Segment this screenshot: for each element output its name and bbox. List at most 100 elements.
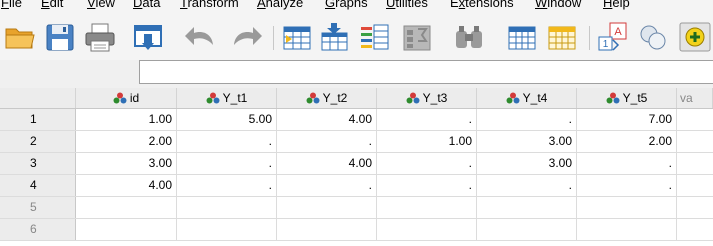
row-number[interactable]: 2	[0, 131, 76, 152]
data-cell[interactable]: .	[277, 131, 377, 152]
column-header-y-t4[interactable]: Y_t4	[477, 88, 577, 108]
toolbar-separator	[273, 26, 274, 50]
split-file-icon[interactable]: A 1	[596, 21, 630, 53]
nominal-variable-icon	[113, 92, 127, 104]
column-header-y-t5[interactable]: Y_t5	[577, 88, 677, 108]
data-cell[interactable]: 5.00	[177, 109, 277, 130]
toolbar: A 1	[0, 12, 713, 60]
data-cell[interactable]: 2.00	[577, 131, 677, 152]
data-grid: id Y_t1 Y_t2 Y_t3 Y_t4 Y_t5 va 1 1.00 5.…	[0, 88, 713, 246]
menu-utilities[interactable]: Utilities	[386, 0, 428, 12]
nominal-variable-icon	[306, 92, 320, 104]
table-row: 5	[0, 197, 713, 219]
cell-editor-input[interactable]	[139, 60, 713, 84]
row-number[interactable]: 1	[0, 109, 76, 130]
menu-transform[interactable]: Transform	[180, 0, 239, 12]
menu-extensions[interactable]: Extensions	[450, 0, 514, 12]
run-descriptives-icon[interactable]	[400, 21, 434, 53]
data-cell[interactable]	[76, 197, 177, 218]
data-cell[interactable]: .	[177, 153, 277, 174]
print-icon[interactable]	[83, 21, 117, 53]
data-cell[interactable]: .	[477, 175, 577, 196]
data-cell[interactable]	[277, 219, 377, 240]
open-folder-icon[interactable]	[3, 21, 37, 53]
data-cell[interactable]	[377, 197, 477, 218]
data-cell[interactable]: 4.00	[277, 153, 377, 174]
column-name: Y_t1	[222, 91, 248, 105]
cell-editor-bar	[0, 60, 713, 88]
recall-dialog-icon[interactable]	[131, 21, 165, 53]
data-cell[interactable]	[477, 219, 577, 240]
column-name: Y_t4	[522, 91, 548, 105]
corner-cell[interactable]	[0, 88, 76, 108]
table-row: 2 2.00 . . 1.00 3.00 2.00	[0, 131, 713, 153]
value-labels-icon[interactable]	[637, 21, 671, 53]
data-cell[interactable]: 3.00	[76, 153, 177, 174]
find-icon[interactable]	[452, 21, 486, 53]
data-cell[interactable]	[577, 197, 677, 218]
menu-view[interactable]: View	[87, 0, 115, 12]
column-name: Y_t5	[622, 91, 648, 105]
menu-window[interactable]: Window	[535, 0, 581, 12]
row-number[interactable]: 4	[0, 175, 76, 196]
column-header-y-t2[interactable]: Y_t2	[277, 88, 377, 108]
column-header-id[interactable]: id	[76, 88, 177, 108]
menu-help[interactable]: Help	[603, 0, 630, 12]
data-cell[interactable]: 4.00	[277, 109, 377, 130]
data-cell[interactable]: .	[377, 153, 477, 174]
data-cell[interactable]: .	[377, 175, 477, 196]
nominal-variable-icon	[506, 92, 520, 104]
menu-edit[interactable]: Edit	[41, 0, 63, 12]
row-number[interactable]: 3	[0, 153, 76, 174]
data-cell[interactable]: .	[577, 153, 677, 174]
data-cell[interactable]	[177, 219, 277, 240]
row-number[interactable]: 5	[0, 197, 76, 218]
menu-analyze[interactable]: Analyze	[257, 0, 303, 12]
data-cell[interactable]	[177, 197, 277, 218]
table-row: 3 3.00 . 4.00 . 3.00 .	[0, 153, 713, 175]
data-cell[interactable]: .	[577, 175, 677, 196]
insert-variable-icon[interactable]	[545, 21, 579, 53]
menu-graphs[interactable]: Graphs	[325, 0, 368, 12]
goto-variable-icon[interactable]	[317, 21, 351, 53]
data-cell[interactable]: 1.00	[76, 109, 177, 130]
column-name: Y_t3	[422, 91, 448, 105]
menu-file[interactable]: File	[1, 0, 22, 12]
svg-text:1: 1	[603, 39, 609, 50]
table-row: 1 1.00 5.00 4.00 . . 7.00	[0, 109, 713, 131]
data-cell[interactable]	[76, 219, 177, 240]
data-cell[interactable]: .	[477, 109, 577, 130]
data-cell[interactable]: .	[377, 109, 477, 130]
data-cell[interactable]: .	[277, 175, 377, 196]
column-name: id	[129, 91, 140, 105]
data-cell[interactable]	[377, 219, 477, 240]
column-name: va	[680, 91, 693, 105]
nominal-variable-icon	[606, 92, 620, 104]
data-cell[interactable]: 1.00	[377, 131, 477, 152]
insert-cases-icon[interactable]	[505, 21, 539, 53]
redo-icon[interactable]	[228, 21, 264, 53]
nominal-variable-icon	[206, 92, 220, 104]
row-number[interactable]: 6	[0, 219, 76, 240]
use-sets-icon[interactable]	[678, 21, 712, 53]
column-header-empty-var[interactable]: va	[677, 88, 713, 108]
save-icon[interactable]	[44, 21, 76, 53]
undo-icon[interactable]	[183, 21, 219, 53]
menu-bar: File Edit View Data Transform Analyze Gr…	[0, 0, 713, 12]
nominal-variable-icon	[406, 92, 420, 104]
goto-case-icon[interactable]	[280, 21, 314, 53]
variables-icon[interactable]	[358, 21, 392, 53]
data-cell[interactable]: 3.00	[477, 131, 577, 152]
menu-data[interactable]: Data	[133, 0, 160, 12]
data-cell[interactable]	[577, 219, 677, 240]
data-cell[interactable]: 3.00	[477, 153, 577, 174]
column-header-y-t3[interactable]: Y_t3	[377, 88, 477, 108]
data-cell[interactable]: 2.00	[76, 131, 177, 152]
data-cell[interactable]: .	[177, 131, 277, 152]
data-cell[interactable]: .	[177, 175, 277, 196]
data-cell[interactable]	[277, 197, 377, 218]
data-cell[interactable]	[477, 197, 577, 218]
data-cell[interactable]: 4.00	[76, 175, 177, 196]
data-cell[interactable]: 7.00	[577, 109, 677, 130]
column-header-y-t1[interactable]: Y_t1	[177, 88, 277, 108]
